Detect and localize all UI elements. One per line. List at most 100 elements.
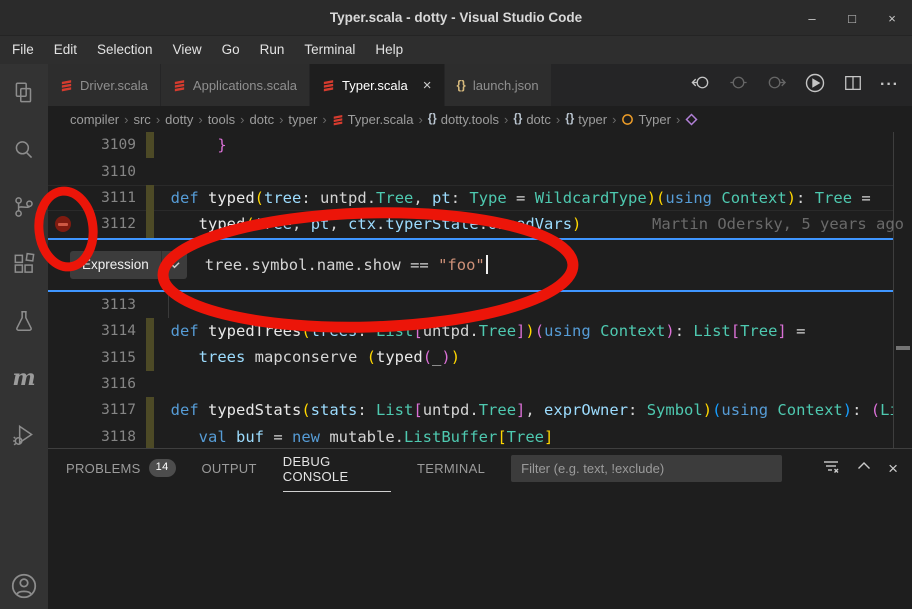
- panel-tab-output[interactable]: OUTPUT: [202, 452, 257, 484]
- filter-icon[interactable]: [822, 457, 840, 480]
- breakpoint-gutter[interactable]: [48, 397, 76, 423]
- tab-launch-json[interactable]: {} launch.json: [445, 64, 552, 106]
- tab-driver-scala[interactable]: Driver.scala: [48, 64, 161, 106]
- git-blame-annotation: Martin Odersky, 5 years ago: [652, 211, 904, 237]
- breadcrumb-label: dotty: [165, 112, 193, 127]
- line-number: 3114: [76, 323, 136, 339]
- panel-tab-label: TERMINAL: [417, 452, 485, 484]
- breadcrumb-item[interactable]: [685, 113, 698, 126]
- panel-tab-debug-console[interactable]: DEBUG CONSOLE: [283, 445, 391, 492]
- sidebar-item-extensions[interactable]: [0, 235, 48, 292]
- breadcrumb-item[interactable]: {}dotty.tools: [428, 112, 499, 127]
- breakpoint-icon[interactable]: [55, 216, 71, 232]
- panel-close-icon[interactable]: ×: [888, 460, 898, 477]
- sidebar-item-search[interactable]: [0, 121, 48, 178]
- breadcrumb-item[interactable]: Typer.scala: [332, 112, 414, 127]
- git-change-indicator: [146, 185, 154, 211]
- scala-icon: [332, 113, 344, 126]
- breakpoint-gutter[interactable]: [48, 424, 76, 448]
- nav-back-icon[interactable]: [690, 72, 711, 98]
- menu-item-help[interactable]: Help: [365, 36, 413, 64]
- code-text: }: [152, 132, 227, 158]
- code-text: def typed(tree: untpd.Tree, pt: Type = W…: [152, 185, 871, 211]
- split-editor-icon[interactable]: [843, 73, 863, 98]
- breakpoint-gutter[interactable]: [48, 132, 76, 158]
- code-text: typed(tree, pt, ctx.typerState.ownedVars…: [152, 211, 581, 237]
- overview-ruler-mark: [896, 346, 910, 350]
- breakpoint-kind-dropdown[interactable]: Expression: [70, 251, 187, 279]
- line-number: 3111: [76, 190, 136, 206]
- tab-close-icon[interactable]: ×: [423, 78, 432, 93]
- breadcrumb-separator: ›: [413, 112, 427, 127]
- menu-item-file[interactable]: File: [2, 36, 44, 64]
- breadcrumb-item[interactable]: compiler: [70, 112, 119, 127]
- breakpoint-expression-input[interactable]: tree.symbol.name.show == "foo": [205, 255, 488, 274]
- panel-tab-terminal[interactable]: TERMINAL: [417, 452, 485, 484]
- code-line-3118: 3118 val buf = new mutable.ListBuffer[Tr…: [48, 424, 912, 448]
- sidebar-item-explorer[interactable]: [0, 64, 48, 121]
- sidebar-item-metals[interactable]: m: [0, 349, 48, 406]
- breadcrumb-item[interactable]: tools: [208, 112, 235, 127]
- breadcrumb-label: tools: [208, 112, 235, 127]
- nav-forward-icon[interactable]: [766, 72, 787, 98]
- breadcrumb-separator: ›: [193, 112, 207, 127]
- menu-item-edit[interactable]: Edit: [44, 36, 87, 64]
- menu-item-terminal[interactable]: Terminal: [294, 36, 365, 64]
- more-actions-icon[interactable]: ···: [880, 76, 899, 94]
- editor-scrollbar[interactable]: [893, 132, 912, 448]
- sidebar-item-source-control[interactable]: [0, 178, 48, 235]
- scala-icon: [173, 78, 186, 92]
- sidebar-item-testing[interactable]: [0, 292, 48, 349]
- breakpoint-gutter[interactable]: [48, 344, 76, 370]
- panel-maximize-icon[interactable]: [856, 458, 872, 479]
- breadcrumb-item[interactable]: src: [133, 112, 150, 127]
- breadcrumb-item[interactable]: dotty: [165, 112, 193, 127]
- expression-text: tree.symbol.name.show ==: [205, 256, 438, 274]
- line-number: 3112: [76, 216, 136, 232]
- breakpoint-gutter[interactable]: [48, 158, 76, 184]
- breakpoint-gutter[interactable]: [48, 292, 76, 318]
- breadcrumb-label: src: [133, 112, 150, 127]
- problems-count-badge: 14: [149, 459, 176, 476]
- code-line-3110: 3110: [48, 158, 912, 184]
- chevron-down-icon[interactable]: [161, 251, 187, 279]
- line-number: 3115: [76, 350, 136, 366]
- code-line-3117: 3117 def typedStats(stats: List[untpd.Tr…: [48, 397, 912, 423]
- debug-console-filter-input[interactable]: [511, 455, 782, 482]
- breakpoint-gutter[interactable]: [48, 318, 76, 344]
- debug-icon: [11, 422, 37, 448]
- run-or-debug-icon[interactable]: [804, 72, 826, 99]
- breadcrumb: compiler›src›dotty›tools›dotc›typer›Type…: [48, 106, 912, 132]
- bottom-panel: PROBLEMS14 OUTPUT DEBUG CONSOLE TERMINAL ×: [48, 448, 912, 609]
- breakpoint-gutter[interactable]: [48, 371, 76, 397]
- menu-item-view[interactable]: View: [163, 36, 212, 64]
- scala-icon: [60, 78, 73, 92]
- breadcrumb-label: dotc: [250, 112, 275, 127]
- breadcrumb-item[interactable]: Typer: [621, 112, 671, 127]
- breadcrumb-item[interactable]: {}dotc: [513, 112, 551, 127]
- tab-applications-scala[interactable]: Applications.scala: [161, 64, 310, 106]
- panel-tab-problems[interactable]: PROBLEMS14: [66, 452, 176, 484]
- code-text: def typedStats(stats: List[untpd.Tree], …: [152, 397, 899, 423]
- tab-typer-scala[interactable]: Typer.scala ×: [310, 64, 445, 106]
- breadcrumb-item[interactable]: typer: [288, 112, 317, 127]
- nav-dot-icon[interactable]: [728, 72, 749, 98]
- menu-item-run[interactable]: Run: [250, 36, 295, 64]
- editor-actions: ···: [690, 64, 912, 106]
- account-button[interactable]: [0, 571, 48, 609]
- close-button[interactable]: ×: [884, 11, 900, 26]
- breadcrumb-label: Typer: [638, 112, 671, 127]
- account-icon: [9, 571, 39, 601]
- breadcrumb-item[interactable]: {}typer: [565, 112, 607, 127]
- breakpoint-gutter[interactable]: [48, 211, 76, 237]
- maximize-button[interactable]: □: [844, 11, 860, 26]
- breakpoint-gutter[interactable]: [48, 185, 76, 211]
- title-bar: Typer.scala - dotty - Visual Studio Code…: [0, 0, 912, 36]
- menu-item-selection[interactable]: Selection: [87, 36, 163, 64]
- breadcrumb-item[interactable]: dotc: [250, 112, 275, 127]
- minimize-button[interactable]: –: [804, 11, 820, 26]
- git-change-indicator: [146, 424, 154, 448]
- code-text: val buf = new mutable.ListBuffer[Tree]: [152, 424, 553, 448]
- sidebar-item-run-and-debug[interactable]: [0, 406, 48, 463]
- menu-item-go[interactable]: Go: [212, 36, 250, 64]
